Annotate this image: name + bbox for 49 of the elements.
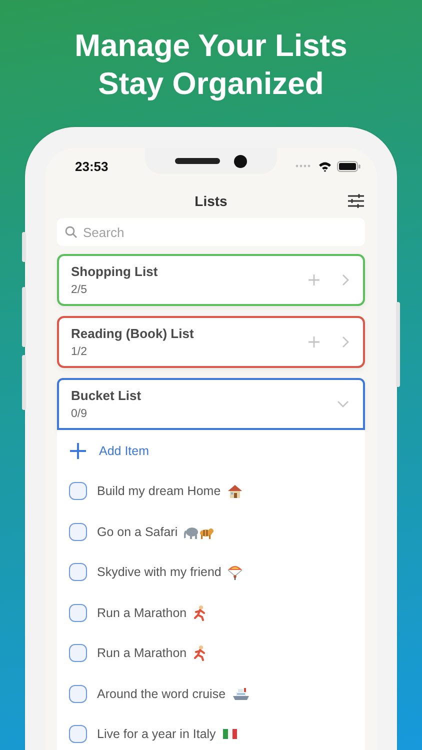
- checkbox[interactable]: [69, 563, 87, 582]
- checkbox[interactable]: [69, 725, 87, 744]
- chevron-right-icon: [342, 336, 349, 348]
- progress-count: 2/5: [71, 284, 88, 296]
- chevron-right-icon: [342, 274, 349, 286]
- item-text: Build my dream Home: [97, 484, 221, 498]
- list-title: Reading (Book) List: [71, 326, 195, 341]
- headline: Manage Your Lists: [74, 27, 348, 65]
- item-text: Go on a Safari: [97, 524, 178, 539]
- plus-icon: [308, 336, 320, 348]
- flag-icon: [222, 728, 238, 740]
- nav-title: Lists: [194, 193, 228, 209]
- camera: [234, 154, 247, 168]
- wifi-icon: [318, 160, 332, 172]
- runner-icon: [192, 604, 207, 621]
- parachute-icon: [227, 564, 244, 580]
- speaker: [175, 158, 220, 164]
- add-item-button[interactable]: Add Item: [99, 444, 150, 458]
- progress-count: 1/2: [71, 346, 88, 358]
- search-icon: [65, 226, 77, 238]
- plus-icon: [69, 442, 87, 460]
- headline: Stay Organized: [98, 65, 324, 103]
- item-text: Run a Marathon: [97, 646, 187, 660]
- chevron-down-icon: [337, 400, 349, 408]
- filter-icon[interactable]: [348, 194, 364, 208]
- ship-icon: [232, 686, 250, 701]
- search-field[interactable]: Search: [57, 218, 365, 246]
- status-time: 23:53: [75, 158, 108, 174]
- item-text: Live for a year in Italy: [97, 727, 216, 742]
- checkbox[interactable]: [69, 644, 87, 662]
- checkbox[interactable]: [69, 684, 87, 703]
- item-text: Around the word cruise: [97, 686, 226, 701]
- list-card[interactable]: Reading (Book) List 1/2: [57, 316, 365, 368]
- item-text: Run a Marathon: [97, 606, 187, 620]
- plus-icon: [308, 274, 320, 286]
- checkbox[interactable]: [69, 482, 87, 500]
- progress-count: 0/9: [71, 408, 88, 420]
- checkbox[interactable]: [69, 604, 87, 622]
- list-title: Shopping List: [71, 264, 159, 279]
- animals-icon: [184, 524, 214, 539]
- battery-icon: [337, 160, 361, 172]
- list-card[interactable]: Shopping List 2/5: [57, 254, 365, 306]
- list-card[interactable]: Bucket List 0/9: [57, 378, 365, 430]
- house-icon: [226, 484, 243, 499]
- runner-icon: [192, 645, 207, 662]
- checkbox[interactable]: [69, 522, 87, 541]
- signal-icon: [295, 164, 313, 168]
- list-title: Bucket List: [71, 388, 142, 403]
- item-text: Skydive with my friend: [97, 565, 222, 580]
